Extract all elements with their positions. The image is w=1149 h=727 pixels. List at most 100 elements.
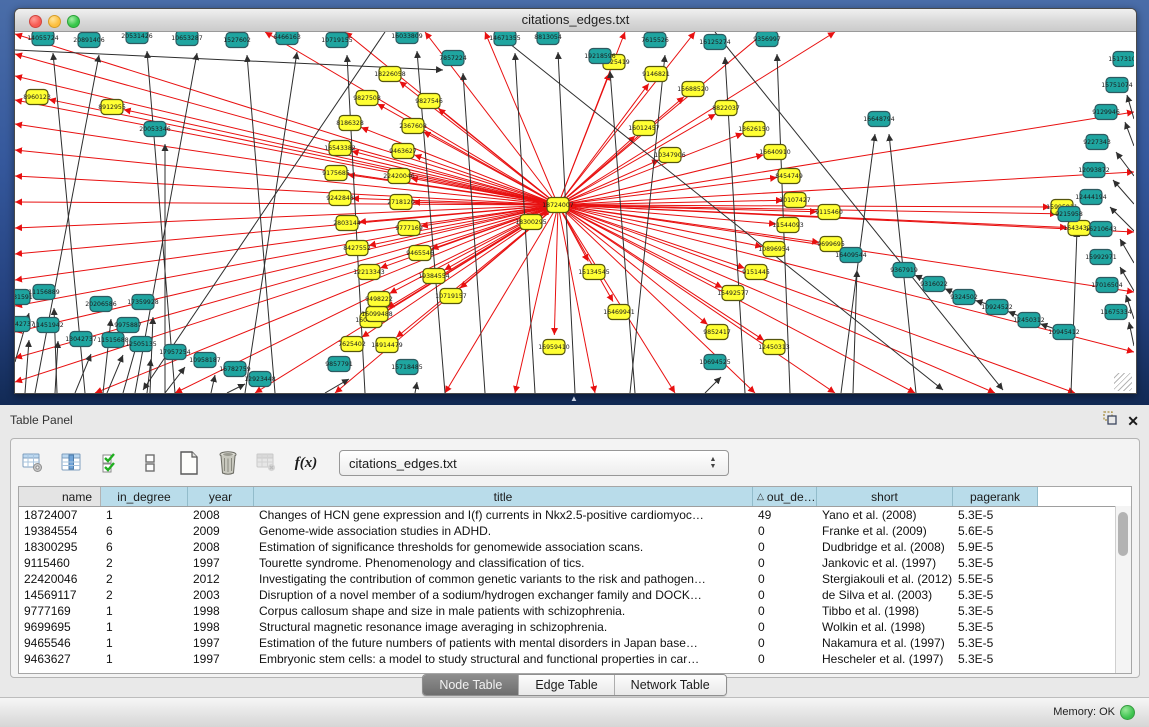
graph-node[interactable]: 9975887 (114, 318, 142, 333)
graph-node[interactable]: 2718120 (387, 195, 415, 210)
graph-node[interactable]: 15751074 (1101, 78, 1133, 93)
window-titlebar[interactable]: citations_edges.txt (15, 9, 1136, 32)
column-header-title[interactable]: title (254, 487, 753, 506)
memory-status-icon[interactable] (1120, 705, 1135, 720)
graph-node[interactable]: 11451942 (32, 318, 64, 333)
graph-node[interactable]: 10719157 (435, 289, 467, 304)
network-graph[interactable]: 18724007 18226058 9827508 8186328 16543382 91… (15, 32, 1134, 393)
graph-node[interactable]: 11156889 (28, 285, 60, 300)
column-header-in_degree[interactable]: in_degree (101, 487, 188, 506)
network-table-select[interactable]: citations_edges.txt ▲▼ (339, 450, 729, 476)
graph-node[interactable]: 19218596 (584, 49, 616, 64)
graph-node[interactable]: 16012457 (628, 121, 660, 136)
window-resize-grip[interactable] (1114, 373, 1132, 391)
graph-node[interactable]: 10347906 (654, 148, 686, 163)
graph-node[interactable]: 18226058 (374, 67, 406, 82)
graph-node[interactable]: 20206586 (85, 297, 117, 312)
graph-node[interactable]: 9777169 (395, 221, 423, 236)
graph-node[interactable]: 9356997 (753, 32, 781, 47)
graph-node[interactable]: 7625402 (338, 337, 366, 352)
graph-node[interactable]: 16543382 (324, 141, 356, 156)
float-panel-icon[interactable] (1103, 411, 1117, 430)
function-builder-icon[interactable]: f(x) (292, 449, 320, 477)
graph-node[interactable]: 10924522 (981, 300, 1013, 315)
graph-node[interactable]: 19384554 (418, 269, 450, 284)
tab-edge-table[interactable]: Edge Table (518, 675, 613, 695)
graph-node[interactable]: 8454749 (775, 169, 803, 184)
table-row[interactable]: 1456911722003Disruption of a novel membe… (19, 587, 1131, 603)
graph-node[interactable]: 17016504 (1091, 278, 1123, 293)
graph-node[interactable]: 16099488 (361, 307, 393, 322)
graph-node[interactable]: 16125274 (699, 35, 731, 50)
graph-node[interactable]: 11675334 (1100, 305, 1132, 320)
graph-node[interactable]: 16469941 (603, 305, 635, 320)
table-row[interactable]: 911546021997Tourette syndrome. Phenomeno… (19, 555, 1131, 571)
graph-node[interactable]: 14055724 (27, 32, 59, 46)
show-columns-icon[interactable] (58, 449, 86, 477)
graph-node[interactable]: 15173104 (1108, 52, 1134, 67)
graph-node[interactable]: 12923448 (244, 372, 276, 387)
graph-node[interactable]: 9827508 (353, 91, 381, 106)
graph-node[interactable]: 8427552 (343, 241, 371, 256)
graph-node[interactable]: 1527602 (223, 33, 251, 48)
graph-node[interactable]: 9324502 (950, 290, 978, 305)
graph-node[interactable]: 9175685 (322, 166, 350, 181)
table-row[interactable]: 946554611997Estimation of the future num… (19, 635, 1131, 651)
graph-node[interactable]: 10653287 (171, 32, 203, 46)
table-row[interactable]: 1830029562008Estimation of significance … (19, 539, 1131, 555)
graph-node[interactable]: 12213343 (353, 265, 385, 280)
new-table-icon[interactable] (175, 449, 203, 477)
column-header-name[interactable]: name (19, 487, 101, 506)
close-panel-icon[interactable]: ✕ (1127, 414, 1139, 428)
graph-node[interactable]: 16210643 (1085, 222, 1117, 237)
graph-node[interactable]: 11544093 (772, 218, 804, 233)
graph-node[interactable]: 9151445 (742, 265, 770, 280)
graph-node[interactable]: 8186328 (336, 116, 364, 131)
network-canvas[interactable]: 18724007 18226058 9827508 8186328 16543382 91… (15, 32, 1134, 393)
graph-node[interactable]: 9215958 (1055, 207, 1083, 222)
scrollbar-thumb[interactable] (1118, 512, 1128, 556)
graph-node[interactable]: 9857791 (325, 357, 353, 372)
graph-node[interactable]: 15688520 (677, 82, 709, 97)
graph-node[interactable]: 10958187 (189, 353, 221, 368)
graph-node[interactable]: 10694525 (699, 355, 731, 370)
column-header-pagerank[interactable]: pagerank (953, 487, 1038, 506)
graph-node[interactable]: 16959410 (538, 340, 570, 355)
graph-node[interactable]: 17957254 (159, 345, 191, 360)
graph-node[interactable]: 16648794 (863, 112, 895, 127)
graph-node[interactable]: 9463627 (389, 144, 417, 159)
graph-node[interactable]: 9115460 (815, 205, 843, 220)
graph-node[interactable]: 7615526 (641, 33, 669, 48)
splitter-handle[interactable]: ▲ (568, 395, 580, 403)
table-vertical-scrollbar[interactable] (1115, 506, 1131, 673)
graph-node[interactable]: 9227343 (1083, 135, 1111, 150)
graph-node[interactable]: 15718485 (391, 360, 423, 375)
unselect-all-columns-icon[interactable] (136, 449, 164, 477)
graph-node[interactable]: 8960123 (23, 90, 51, 105)
graph-node[interactable]: 8813054 (534, 32, 562, 45)
graph-node[interactable]: 12444194 (1075, 190, 1107, 205)
graph-node[interactable]: 16409544 (835, 248, 867, 263)
graph-node[interactable]: 12450312 (1013, 313, 1045, 328)
delete-table-icon[interactable] (214, 449, 242, 477)
graph-node[interactable]: 10945412 (1048, 325, 1080, 340)
graph-node[interactable]: 16640910 (759, 145, 791, 160)
graph-node[interactable]: 18724007 (542, 198, 574, 213)
column-header-short[interactable]: short (817, 487, 953, 506)
column-header-year[interactable]: year (188, 487, 254, 506)
table-row[interactable]: 969969511998Structural magnetic resonanc… (19, 619, 1131, 635)
graph-node[interactable]: 9367919 (890, 263, 918, 278)
graph-node[interactable]: 20891406 (73, 33, 105, 48)
graph-node[interactable]: 9827546 (415, 94, 443, 109)
table-row[interactable]: 977716911998Corpus callosum shape and si… (19, 603, 1131, 619)
graph-node[interactable]: 15492577 (717, 286, 749, 301)
table-row[interactable]: 1872400712008Changes of HCN gene express… (19, 507, 1131, 523)
graph-node[interactable]: 9242848 (326, 191, 354, 206)
graph-node[interactable]: 9146821 (642, 67, 670, 82)
graph-node[interactable]: 10107427 (779, 193, 811, 208)
graph-node[interactable]: 12450313 (758, 340, 790, 355)
graph-node[interactable]: 20053346 (139, 122, 171, 137)
graph-node[interactable]: 9498222 (365, 292, 393, 307)
column-header-out_degree[interactable]: △out_de… (753, 487, 817, 506)
graph-node[interactable]: 16033809 (391, 32, 423, 44)
